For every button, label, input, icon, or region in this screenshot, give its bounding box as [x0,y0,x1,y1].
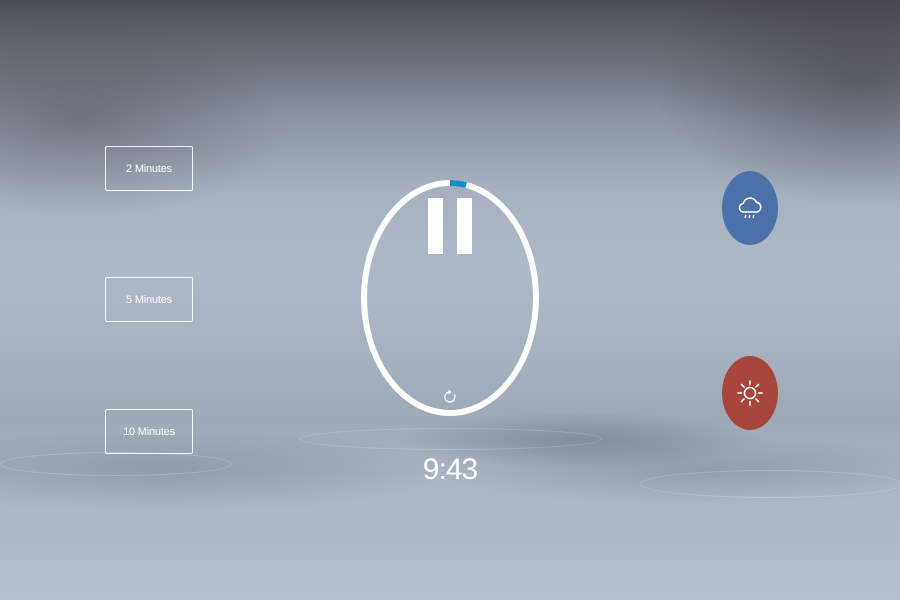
ripple [300,428,602,450]
pause-icon [457,198,472,254]
ripple [640,470,900,498]
preset-5-minutes-button[interactable]: 5 Minutes [105,277,193,322]
preset-label: 2 Minutes [126,162,172,175]
ripple [0,452,232,476]
preset-label: 5 Minutes [126,293,172,306]
pause-button[interactable] [428,198,472,254]
preset-2-minutes-button[interactable]: 2 Minutes [105,146,193,191]
timer-progress-arc [449,180,467,188]
preset-label: 10 Minutes [123,425,175,438]
rain-background: 2 Minutes 5 Minutes 10 Minutes 9:43 [0,0,900,600]
reset-button[interactable] [442,389,458,405]
sun-icon [737,380,763,406]
rain-cloud-icon [738,197,762,219]
preset-10-minutes-button[interactable]: 10 Minutes [105,409,193,454]
sun-sound-button[interactable] [722,356,778,430]
pause-icon [428,198,443,254]
rain-sound-button[interactable] [722,171,778,245]
time-remaining: 9:43 [422,453,478,486]
reset-icon [444,389,456,403]
